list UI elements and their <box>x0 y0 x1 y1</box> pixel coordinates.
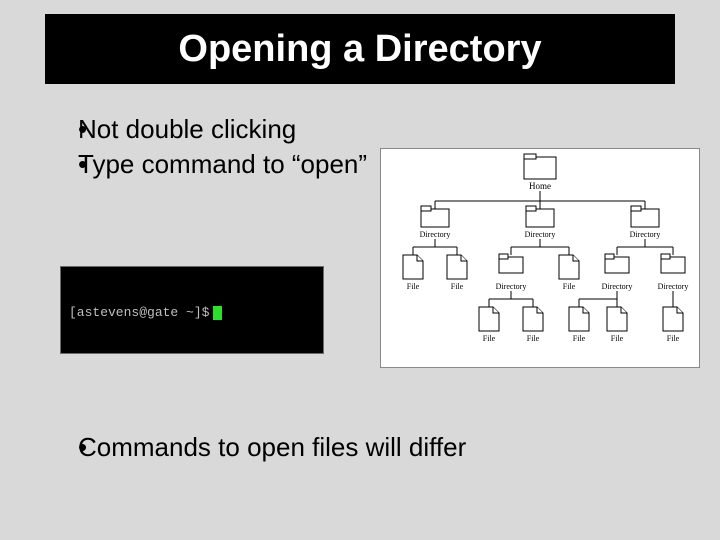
folder-icon <box>631 206 659 227</box>
bullet-list-bottom: Commands to open files will differ <box>40 430 466 465</box>
tree-root-label: Home <box>529 181 551 191</box>
tree-label: Directory <box>525 230 556 239</box>
folder-icon <box>526 206 554 227</box>
tree-label: File <box>563 282 576 291</box>
tree-label: File <box>483 334 496 343</box>
tree-label: File <box>407 282 420 291</box>
terminal-window: [astevens@gate ~]$ <box>60 266 324 354</box>
folder-icon <box>421 206 449 227</box>
file-icon <box>403 255 423 279</box>
tree-label: Directory <box>630 230 661 239</box>
file-icon <box>663 307 683 331</box>
terminal-prompt: [astevens@gate ~]$ <box>69 305 209 320</box>
slide-title: Opening a Directory <box>178 28 541 71</box>
terminal-prompt-line: [astevens@gate ~]$ <box>69 305 222 320</box>
file-icon <box>479 307 499 331</box>
bullet-list-top: Not double clicking Type command to “ope… <box>40 112 367 182</box>
tree-label: File <box>667 334 680 343</box>
folder-icon <box>661 254 685 273</box>
file-icon <box>569 307 589 331</box>
tree-label: Directory <box>496 282 527 291</box>
tree-label: Directory <box>658 282 689 291</box>
slide: Opening a Directory Not double clicking … <box>0 0 720 540</box>
tree-svg: Home Directory Directory Directory <box>381 149 699 367</box>
tree-label: File <box>573 334 586 343</box>
file-icon <box>559 255 579 279</box>
bullet-item: Type command to “open” <box>70 147 367 182</box>
title-banner: Opening a Directory <box>45 14 675 84</box>
directory-tree-figure: Home Directory Directory Directory <box>380 148 700 368</box>
file-icon <box>523 307 543 331</box>
folder-icon <box>499 254 523 273</box>
folder-icon <box>605 254 629 273</box>
tree-label: File <box>527 334 540 343</box>
bullet-item: Not double clicking <box>70 112 367 147</box>
file-icon <box>447 255 467 279</box>
bullet-item: Commands to open files will differ <box>70 430 466 465</box>
folder-icon <box>524 154 556 179</box>
tree-label: Directory <box>420 230 451 239</box>
tree-label: Directory <box>602 282 633 291</box>
terminal-cursor-icon <box>213 306 222 320</box>
tree-label: File <box>451 282 464 291</box>
file-icon <box>607 307 627 331</box>
tree-label: File <box>611 334 624 343</box>
